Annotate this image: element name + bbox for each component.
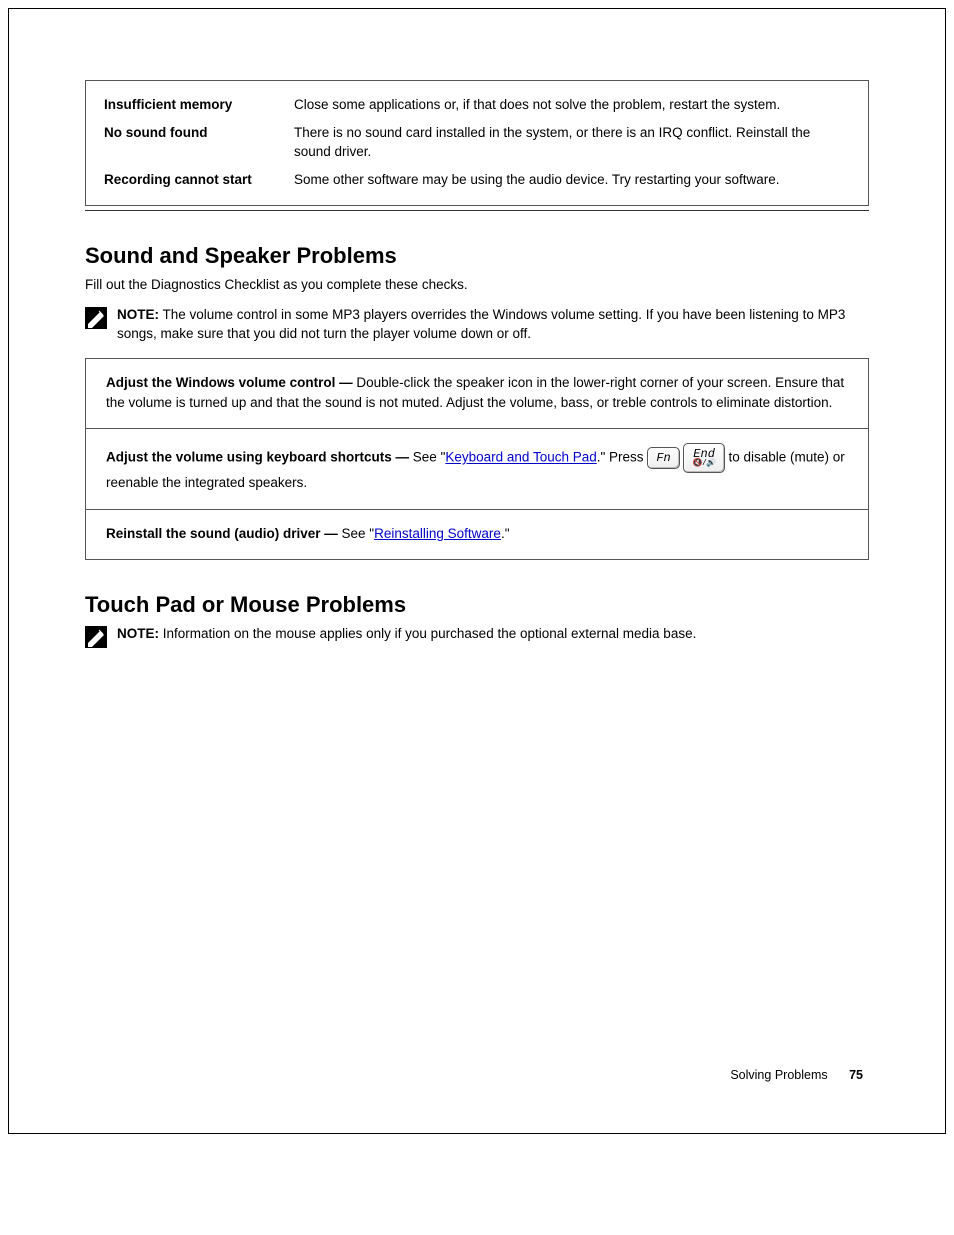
note: NOTE: The volume control in some MP3 pla… [85, 305, 869, 344]
error-label: Insufficient memory [104, 95, 284, 115]
note-label: NOTE: [117, 626, 159, 641]
end-key-icon: End🔇/🔊 [683, 443, 724, 473]
note-text: NOTE: Information on the mouse applies o… [117, 624, 696, 644]
check-text: See " [409, 450, 445, 465]
error-label: Recording cannot start [104, 170, 284, 190]
check-text: See " [338, 526, 374, 541]
check-title: Reinstall the sound (audio) driver — [106, 526, 338, 541]
page-footer: Solving Problems 75 [85, 1068, 869, 1082]
check-text: ." [501, 526, 510, 541]
keyboard-touchpad-link[interactable]: Keyboard and Touch Pad [445, 450, 596, 465]
divider [85, 210, 869, 211]
check-row: Adjust the volume using keyboard shortcu… [86, 428, 868, 509]
error-row: Recording cannot start Some other softwa… [104, 170, 850, 190]
note-icon [85, 626, 107, 648]
error-text: There is no sound card installed in the … [294, 123, 850, 162]
note-label: NOTE: [117, 307, 159, 322]
section-heading: Sound and Speaker Problems [85, 243, 869, 269]
error-row: No sound found There is no sound card in… [104, 123, 850, 162]
reinstalling-software-link[interactable]: Reinstalling Software [374, 526, 501, 541]
check-title: Adjust the volume using keyboard shortcu… [106, 450, 409, 465]
section-intro: Fill out the Diagnostics Checklist as yo… [85, 275, 869, 295]
page-number: 75 [849, 1068, 863, 1082]
checks-table: Adjust the Windows volume control — Doub… [85, 358, 869, 560]
error-text: Some other software may be using the aud… [294, 170, 780, 190]
check-text: ." Press [597, 450, 648, 465]
section-heading: Touch Pad or Mouse Problems [85, 592, 869, 618]
check-row: Reinstall the sound (audio) driver — See… [86, 509, 868, 560]
note-body: The volume control in some MP3 players o… [117, 307, 845, 342]
error-message-box: Insufficient memory Close some applicati… [85, 80, 869, 206]
check-title: Adjust the Windows volume control — [106, 375, 353, 390]
fn-key-icon: Fn [647, 447, 679, 469]
footer-section: Solving Problems [730, 1068, 827, 1082]
error-text: Close some applications or, if that does… [294, 95, 780, 115]
check-row: Adjust the Windows volume control — Doub… [86, 359, 868, 428]
note: NOTE: Information on the mouse applies o… [85, 624, 869, 648]
error-label: No sound found [104, 123, 284, 162]
error-row: Insufficient memory Close some applicati… [104, 95, 850, 115]
note-text: NOTE: The volume control in some MP3 pla… [117, 305, 869, 344]
note-icon [85, 307, 107, 329]
note-body: Information on the mouse applies only if… [159, 626, 696, 641]
